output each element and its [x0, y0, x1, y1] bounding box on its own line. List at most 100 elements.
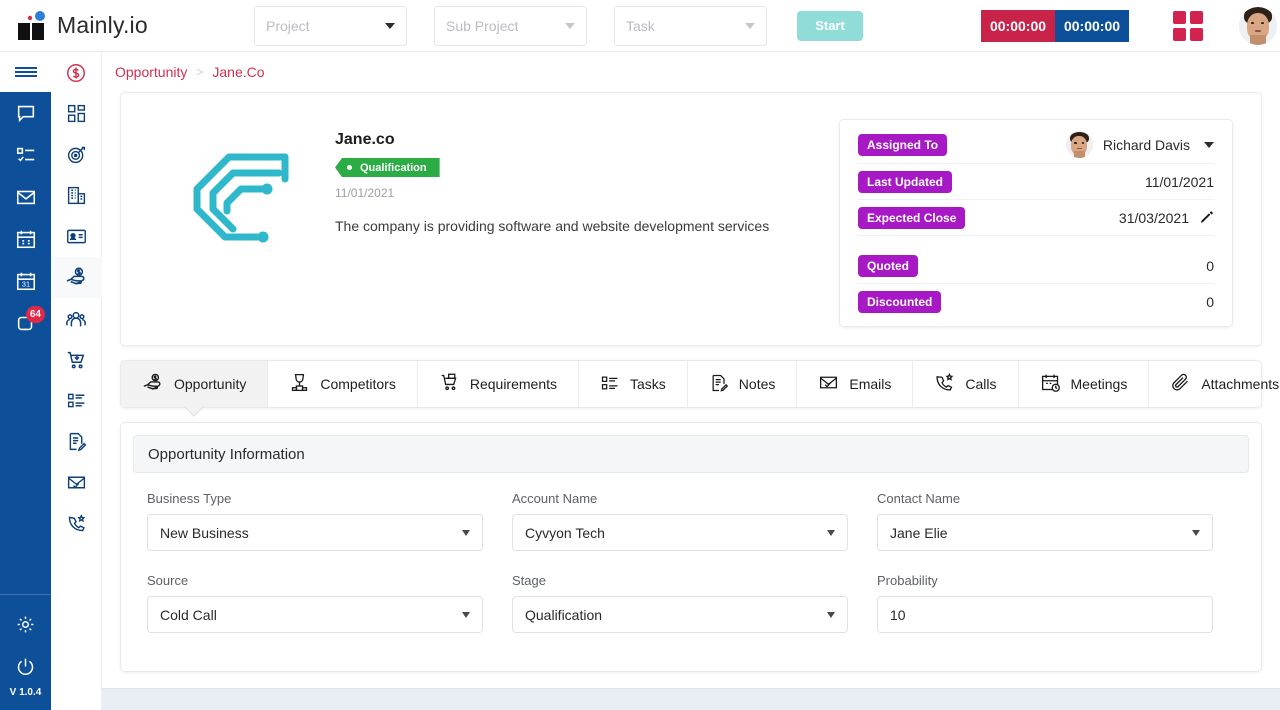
apps-grid-icon[interactable]: [1173, 10, 1203, 41]
info-row-quoted: Quoted 0: [858, 248, 1214, 284]
contact-name-select[interactable]: Jane Elie: [877, 514, 1213, 551]
project-select-value: Project: [266, 17, 310, 34]
hamburger-menu-icon[interactable]: [0, 52, 51, 92]
breadcrumb-parent[interactable]: Opportunity: [115, 64, 187, 80]
sidebar-item-tasklist[interactable]: [0, 134, 51, 176]
field-stage: Stage Qualification: [512, 573, 848, 633]
task-select-value: Task: [626, 17, 655, 34]
expected-close-date: 31/03/2021: [1118, 209, 1189, 226]
chevron-down-icon: [565, 22, 575, 29]
user-avatar[interactable]: [1239, 6, 1277, 45]
tab-attachments[interactable]: Attachments: [1149, 361, 1280, 407]
settings-gear-icon[interactable]: [0, 603, 51, 645]
breadcrumb-current[interactable]: Jane.Co: [212, 64, 264, 80]
tab-notes[interactable]: Notes: [688, 361, 798, 407]
app-version: V 1.0.4: [9, 687, 42, 698]
sidebar-item-currency[interactable]: [51, 52, 102, 93]
task-select[interactable]: Task: [614, 5, 767, 46]
sidebar-item-leads[interactable]: [51, 134, 102, 175]
tab-label: Opportunity: [174, 376, 247, 392]
breadcrumb: Opportunity > Jane.Co: [102, 52, 1280, 92]
sidebar-item-chat[interactable]: [0, 92, 51, 134]
sidebar-item-calendar[interactable]: [0, 218, 51, 260]
sidebar-item-contacts[interactable]: [51, 216, 102, 257]
chevron-down-icon[interactable]: [1204, 141, 1214, 148]
chevron-down-icon: [1192, 529, 1200, 536]
opportunity-hand-icon: [142, 372, 164, 397]
timer-red[interactable]: 00:00:00: [981, 9, 1055, 42]
assignee-name: Richard Davis: [1102, 136, 1190, 153]
calendar-clock-icon: [1040, 372, 1061, 396]
business-type-select[interactable]: New Business: [147, 514, 483, 551]
sidebar-item-notes[interactable]: [51, 421, 102, 462]
primary-sidebar: 31 64 V 1.0.4: [0, 52, 51, 710]
info-label: Assigned To: [858, 133, 948, 156]
account-name-select[interactable]: Cyvyon Tech: [512, 514, 848, 551]
created-date: 11/01/2021: [335, 186, 395, 200]
field-value: Qualification: [525, 606, 603, 623]
sidebar-item-emails[interactable]: [51, 462, 102, 503]
start-timer-button[interactable]: Start: [797, 10, 863, 41]
notification-badge: 64: [25, 306, 45, 323]
info-value-expected-close: 31/03/2021: [1119, 209, 1214, 227]
sidebar-item-teams[interactable]: [51, 298, 102, 339]
field-label: Probability: [877, 573, 938, 588]
tab-opportunity[interactable]: Opportunity: [121, 361, 269, 407]
list-icon: [600, 373, 620, 396]
tab-competitors[interactable]: Competitors: [268, 361, 418, 407]
tab-requirements[interactable]: Requirements: [418, 361, 579, 407]
mail-check-icon: [818, 372, 839, 396]
subproject-select[interactable]: Sub Project: [434, 5, 587, 46]
sidebar-item-quotes[interactable]: [51, 380, 102, 421]
tab-label: Notes: [738, 376, 776, 392]
sidebar-item-notifications[interactable]: 64: [0, 302, 51, 344]
sidebar-item-calendar-today[interactable]: 31: [0, 260, 51, 302]
info-row-last-updated: Last Updated 11/01/2021: [858, 164, 1214, 200]
field-label: Account Name: [512, 491, 598, 506]
timer-blue[interactable]: 00:00:00: [1055, 9, 1129, 42]
source-select[interactable]: Cold Call: [147, 596, 483, 633]
tab-label: Competitors: [320, 376, 396, 392]
tab-meetings[interactable]: Meetings: [1019, 361, 1150, 407]
info-value-discounted: 0: [1206, 294, 1214, 310]
tab-emails[interactable]: Emails: [797, 361, 914, 407]
paperclip-icon: [1170, 372, 1191, 396]
chevron-down-icon: [745, 22, 755, 29]
brand-logo[interactable]: Mainly.io: [0, 10, 250, 41]
edit-pencil-icon[interactable]: [1199, 209, 1214, 227]
tab-label: Calls: [965, 376, 997, 392]
mainly-logo-icon: [16, 10, 50, 41]
info-row-discounted: Discounted 0: [858, 284, 1214, 320]
opportunity-form-panel: Opportunity Information Business Type Ne…: [120, 422, 1262, 672]
form-row-1: Business Type New Business Account Name …: [147, 491, 1235, 551]
power-logout-icon[interactable]: [0, 645, 51, 687]
sidebar-item-dashboard[interactable]: [51, 93, 102, 134]
tab-bar: Opportunity Competitors Requirements Tas…: [120, 360, 1279, 408]
tab-label: Emails: [849, 376, 892, 392]
trophy-icon: [289, 372, 310, 396]
sidebar-item-accounts[interactable]: [51, 175, 102, 216]
status-dot-icon: [347, 165, 352, 170]
sidebar-item-products[interactable]: [51, 339, 102, 380]
field-source: Source Cold Call: [147, 573, 483, 633]
sidebar-item-calls[interactable]: [51, 503, 102, 544]
info-value-last-updated: 11/01/2021: [1144, 173, 1214, 190]
info-value-assigned-to[interactable]: Richard Davis: [1065, 131, 1214, 158]
field-value: Jane Elie: [890, 524, 948, 541]
tab-calls[interactable]: Calls: [913, 361, 1019, 407]
field-contact-name: Contact Name Jane Elie: [877, 491, 1213, 551]
opportunity-info-panel: Assigned To Richard Davis Last Updated 1…: [839, 119, 1233, 327]
probability-input[interactable]: 10: [877, 596, 1213, 633]
tab-label: Meetings: [1070, 376, 1128, 392]
info-label: Discounted: [858, 291, 942, 313]
tab-tasks[interactable]: Tasks: [579, 361, 688, 407]
section-title: Opportunity Information: [133, 435, 1249, 473]
project-select[interactable]: Project: [254, 5, 407, 46]
chevron-down-icon: [385, 22, 395, 29]
status-badge-label: Qualification: [360, 161, 427, 174]
sidebar-item-opportunity[interactable]: [50, 257, 102, 298]
stage-select[interactable]: Qualification: [512, 596, 848, 633]
field-account-name: Account Name Cyvyon Tech: [512, 491, 848, 551]
subproject-select-value: Sub Project: [446, 17, 519, 34]
sidebar-item-mail[interactable]: [0, 176, 51, 218]
